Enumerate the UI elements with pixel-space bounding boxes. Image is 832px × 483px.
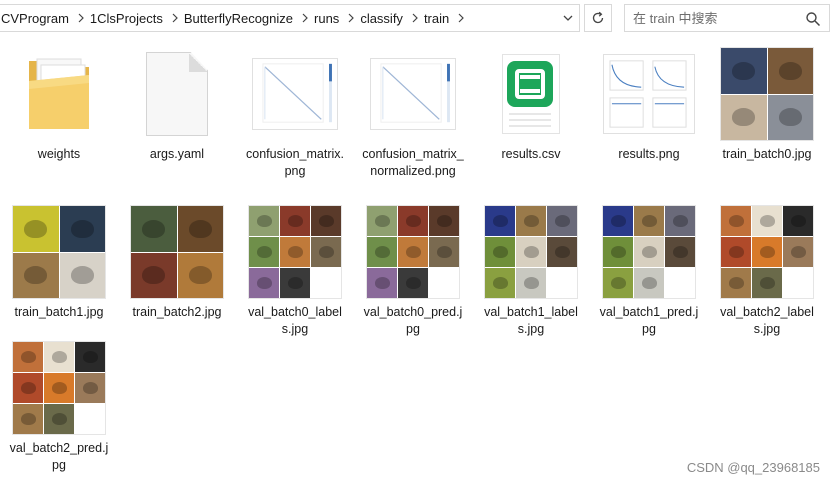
- file-name: results.png: [618, 147, 680, 161]
- spreadsheet-icon: [476, 44, 586, 144]
- image-thumbnail: [122, 202, 232, 302]
- image-thumbnail: [712, 202, 822, 302]
- chevron-right-icon[interactable]: [344, 5, 358, 31]
- image-thumbnail: [358, 44, 468, 144]
- file-name: confusion_matrix_normalized.png: [362, 147, 464, 178]
- breadcrumb-cvprogram[interactable]: CVProgram: [0, 5, 74, 31]
- file-name: confusion_matrix.png: [246, 147, 344, 178]
- document-icon: [122, 44, 232, 144]
- file-name: val_batch0_pred.jpg: [363, 305, 463, 336]
- folder-icon: [4, 44, 114, 144]
- chevron-right-icon[interactable]: [454, 5, 468, 31]
- image-thumbnail: [476, 202, 586, 302]
- image-thumbnail: [4, 202, 114, 302]
- breadcrumb-label: runs: [314, 10, 340, 26]
- breadcrumb-runs[interactable]: runs: [312, 5, 344, 31]
- file-name: val_batch1_labels.jpg: [484, 305, 578, 336]
- file-name: train_batch1.jpg: [14, 305, 104, 319]
- image-thumbnail: [240, 202, 350, 302]
- search-icon[interactable]: [805, 11, 821, 27]
- breadcrumb-label: classify: [360, 10, 403, 26]
- breadcrumb-label: train: [423, 10, 450, 26]
- search-input[interactable]: [633, 10, 793, 26]
- watermark: CSDN @qq_23968185: [686, 460, 820, 475]
- chevron-right-icon[interactable]: [298, 5, 312, 31]
- chevron-right-icon[interactable]: [168, 5, 182, 31]
- file-name: val_batch2_labels.jpg: [720, 305, 814, 336]
- image-thumbnail: [240, 44, 350, 144]
- image-thumbnail: [594, 44, 704, 144]
- file-name: weights: [37, 147, 81, 161]
- image-thumbnail: [358, 202, 468, 302]
- breadcrumb-1clsprojects[interactable]: 1ClsProjects: [88, 5, 168, 31]
- file-name: val_batch1_pred.jpg: [599, 305, 699, 336]
- search-box[interactable]: [624, 4, 830, 32]
- toolbar: CVProgram 1ClsProjects ButterflyRecogniz…: [0, 0, 832, 36]
- file-name: train_batch0.jpg: [722, 147, 812, 161]
- address-bar[interactable]: CVProgram 1ClsProjects ButterflyRecogniz…: [0, 4, 580, 32]
- refresh-button[interactable]: [584, 4, 612, 32]
- file-name: args.yaml: [149, 147, 205, 161]
- breadcrumb-butterflyrecognize[interactable]: ButterflyRecognize: [182, 5, 298, 31]
- breadcrumb-label: CVProgram: [1, 10, 69, 26]
- breadcrumb-label: 1ClsProjects: [89, 10, 163, 26]
- file-name: train_batch2.jpg: [132, 305, 222, 319]
- chevron-down-icon[interactable]: [557, 5, 579, 31]
- chevron-right-icon[interactable]: [74, 5, 88, 31]
- image-thumbnail: [712, 44, 822, 144]
- refresh-icon: [592, 11, 604, 24]
- image-thumbnail: [594, 202, 704, 302]
- breadcrumb-classify[interactable]: classify: [358, 5, 408, 31]
- breadcrumb-train[interactable]: train: [422, 5, 454, 31]
- file-name: results.csv: [501, 147, 561, 161]
- file-name: val_batch0_labels.jpg: [248, 305, 342, 336]
- image-thumbnail: [4, 338, 114, 438]
- file-name: val_batch2_pred.jpg: [9, 441, 109, 472]
- chevron-right-icon[interactable]: [408, 5, 422, 31]
- breadcrumb-label: ButterflyRecognize: [183, 10, 294, 26]
